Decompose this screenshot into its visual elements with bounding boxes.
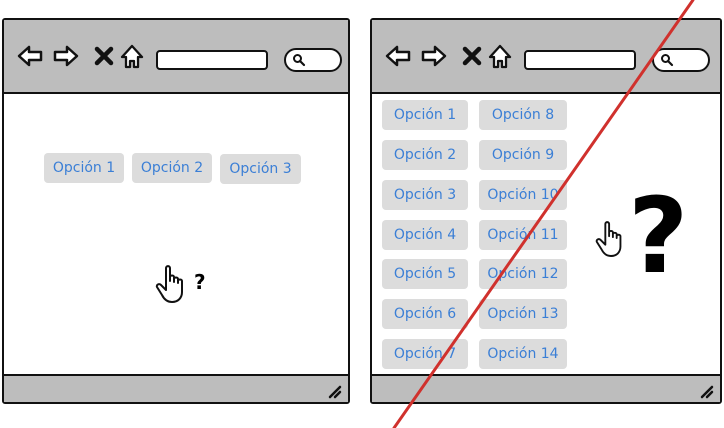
resize-grip-icon[interactable] xyxy=(326,383,342,399)
status-bar xyxy=(4,374,348,402)
address-bar[interactable] xyxy=(524,50,636,70)
option-button[interactable]: Opción 10 xyxy=(479,180,567,210)
arrow-left-icon[interactable] xyxy=(384,42,412,70)
option-button[interactable]: Opción 12 xyxy=(479,259,567,289)
option-button[interactable]: Opción 7 xyxy=(382,339,468,369)
browser-window-left: Opción 1 Opción 2 Opción 3 ? xyxy=(2,18,350,404)
page-content: Opción 1 Opción 2 Opción 3 ? xyxy=(4,94,348,374)
option-button[interactable]: Opción 8 xyxy=(479,100,567,130)
option-button[interactable]: Opción 2 xyxy=(382,140,468,170)
page-content: Opción 1 Opción 2 Opción 3 Opción 4 Opci… xyxy=(372,94,720,374)
search-input[interactable] xyxy=(652,48,710,72)
search-input[interactable] xyxy=(284,48,342,72)
question-mark: ? xyxy=(194,270,206,294)
option-button[interactable]: Opción 4 xyxy=(382,220,468,250)
browser-toolbar xyxy=(372,20,720,94)
arrow-right-icon[interactable] xyxy=(420,42,448,70)
hand-pointer-icon xyxy=(595,221,622,257)
status-bar xyxy=(372,374,720,402)
arrow-left-icon[interactable] xyxy=(16,42,44,70)
close-icon[interactable] xyxy=(90,42,118,70)
address-bar[interactable] xyxy=(156,50,268,70)
option-button[interactable]: Opción 2 xyxy=(132,153,212,183)
search-icon xyxy=(293,54,306,67)
option-button[interactable]: Opción 1 xyxy=(382,100,468,130)
arrow-right-icon[interactable] xyxy=(52,42,80,70)
home-icon[interactable] xyxy=(118,42,146,70)
home-icon[interactable] xyxy=(486,42,514,70)
browser-window-right: Opción 1 Opción 2 Opción 3 Opción 4 Opci… xyxy=(370,18,722,404)
option-button[interactable]: Opción 14 xyxy=(479,339,567,369)
search-icon xyxy=(661,54,674,67)
resize-grip-icon[interactable] xyxy=(698,383,714,399)
close-icon[interactable] xyxy=(458,42,486,70)
option-button[interactable]: Opción 11 xyxy=(479,220,567,250)
large-question-mark: ? xyxy=(628,175,689,297)
browser-toolbar xyxy=(4,20,348,94)
option-button[interactable]: Opción 3 xyxy=(220,154,301,184)
option-button[interactable]: Opción 9 xyxy=(479,140,567,170)
hand-pointer-icon xyxy=(155,265,183,303)
option-button[interactable]: Opción 6 xyxy=(382,299,468,329)
option-button[interactable]: Opción 13 xyxy=(479,299,567,329)
option-button[interactable]: Opción 5 xyxy=(382,259,468,289)
option-button[interactable]: Opción 1 xyxy=(44,153,124,183)
option-button[interactable]: Opción 3 xyxy=(382,180,468,210)
